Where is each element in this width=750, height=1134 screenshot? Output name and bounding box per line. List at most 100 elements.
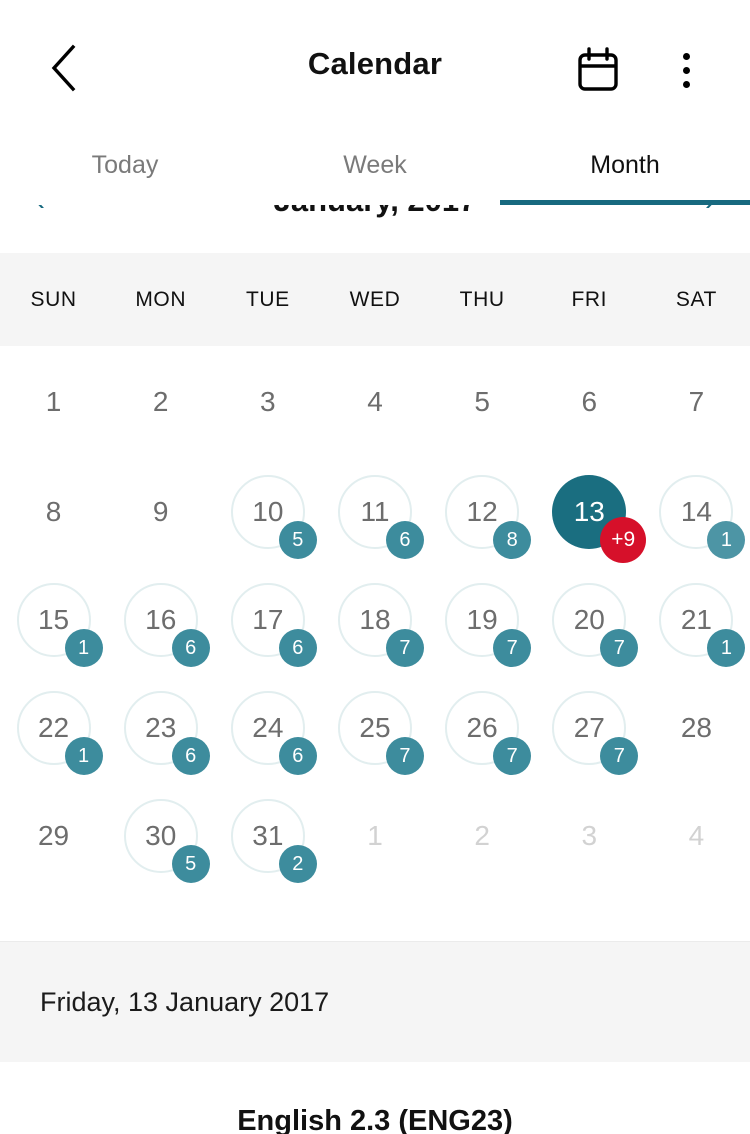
day-cell[interactable]: 19 7 — [429, 566, 536, 674]
day-number: 2 — [152, 386, 169, 417]
day-circle[interactable]: 31 2 — [230, 799, 317, 883]
day-circle[interactable]: 25 7 — [337, 691, 424, 775]
day-cell[interactable]: 21 1 — [643, 566, 750, 674]
day-circle[interactable]: 23 6 — [123, 691, 210, 775]
day-cell[interactable]: 8 — [0, 458, 107, 566]
event-item-title[interactable]: English 2.3 (ENG23) — [0, 1105, 750, 1134]
day-cell[interactable]: 9 — [107, 458, 214, 566]
tab-month[interactable]: Month — [500, 125, 750, 205]
day-cell[interactable]: 13 +9 — [536, 458, 647, 566]
day-circle[interactable]: 8 — [17, 475, 91, 549]
day-number: 19 — [466, 604, 498, 635]
day-cell[interactable]: 10 5 — [214, 458, 321, 566]
weekday-label-tue: TUE — [245, 287, 290, 311]
day-cell[interactable]: 3 — [214, 348, 321, 456]
day-cell[interactable]: 3 — [536, 782, 643, 890]
overflow-menu-button[interactable] — [660, 42, 712, 98]
day-number: 8 — [45, 496, 62, 527]
day-cell[interactable]: 24 6 — [214, 674, 321, 782]
day-circle[interactable]: 14 1 — [659, 475, 746, 559]
day-cell[interactable]: 27 7 — [536, 674, 643, 782]
day-circle[interactable]: 11 6 — [337, 475, 424, 559]
day-number: 21 — [680, 604, 712, 635]
day-cell[interactable]: 23 6 — [107, 674, 214, 782]
weekday-label-wed: WED — [349, 287, 401, 311]
day-cell[interactable]: 18 7 — [321, 566, 428, 674]
day-circle[interactable]: 30 5 — [123, 799, 210, 883]
event-count-badge: 7 — [385, 629, 424, 667]
day-circle[interactable]: 10 5 — [230, 475, 317, 559]
day-circle[interactable]: 24 6 — [230, 691, 317, 775]
event-count-badge: 6 — [385, 521, 424, 559]
calendar-button[interactable] — [570, 42, 626, 98]
day-circle[interactable]: 2 — [445, 799, 519, 873]
day-cell[interactable]: 11 6 — [321, 458, 428, 566]
day-cell[interactable]: 31 2 — [214, 782, 321, 890]
day-number: 18 — [359, 604, 391, 635]
day-cell[interactable]: 4 — [321, 348, 428, 456]
day-circle[interactable]: 3 — [552, 799, 626, 873]
day-circle[interactable]: 2 — [124, 365, 198, 439]
day-circle[interactable]: 18 7 — [337, 583, 424, 667]
day-circle[interactable]: 6 — [552, 365, 626, 439]
weekday-label-sat: SAT — [675, 287, 717, 311]
day-cell[interactable]: 20 7 — [536, 566, 643, 674]
day-cell[interactable]: 15 1 — [0, 566, 107, 674]
day-circle[interactable]: 28 — [659, 691, 733, 765]
day-circle[interactable]: 17 6 — [230, 583, 317, 667]
day-circle[interactable]: 19 7 — [445, 583, 532, 667]
day-number: 4 — [367, 386, 383, 417]
event-count-badge: 7 — [493, 737, 532, 775]
day-circle[interactable]: 12 8 — [445, 475, 532, 559]
day-cell[interactable]: 5 — [429, 348, 536, 456]
event-count-badge: 1 — [64, 629, 103, 667]
day-cell[interactable]: 28 — [643, 674, 750, 782]
day-cell[interactable]: 29 — [0, 782, 107, 890]
day-circle[interactable]: 27 7 — [552, 691, 639, 775]
day-cell[interactable]: 12 8 — [429, 458, 536, 566]
day-number: 26 — [466, 712, 498, 743]
day-cell[interactable]: 14 1 — [643, 458, 750, 566]
event-count-badge: 8 — [493, 521, 532, 559]
day-selected[interactable]: 13 +9 — [552, 475, 647, 563]
day-circle[interactable]: 26 7 — [445, 691, 532, 775]
day-cell[interactable]: 22 1 — [0, 674, 107, 782]
day-cell[interactable]: 7 — [643, 348, 750, 456]
day-circle[interactable]: 21 1 — [659, 583, 746, 667]
event-overflow-badge: +9 — [600, 517, 647, 563]
tab-week[interactable]: Week — [250, 125, 500, 205]
day-cell[interactable]: 17 6 — [214, 566, 321, 674]
day-circle[interactable]: 5 — [445, 365, 519, 439]
event-list: English 2.3 (ENG23) — [0, 1062, 750, 1134]
day-cell[interactable]: 16 6 — [107, 566, 214, 674]
day-circle[interactable]: 3 — [231, 365, 305, 439]
calendar-screen: Calendar ‹ January, 2017 › Today Week Mo… — [0, 0, 750, 1134]
day-circle[interactable]: 22 1 — [16, 691, 103, 775]
day-cell[interactable]: 30 5 — [107, 782, 214, 890]
day-circle[interactable]: 15 1 — [16, 583, 103, 667]
selected-date-band: Friday, 13 January 2017 — [0, 941, 750, 1062]
tab-today[interactable]: Today — [0, 125, 250, 205]
day-cell[interactable]: 2 — [429, 782, 536, 890]
day-cell[interactable]: 1 — [321, 782, 428, 890]
day-circle[interactable]: 1 — [338, 799, 412, 873]
day-circle[interactable]: 4 — [338, 365, 412, 439]
day-cell[interactable]: 2 — [107, 348, 214, 456]
event-count-badge: 6 — [171, 629, 210, 667]
day-cell[interactable]: 4 — [643, 782, 750, 890]
weekday-label-sun: SUN — [30, 287, 77, 311]
day-cell[interactable]: 6 — [536, 348, 643, 456]
day-circle[interactable]: 9 — [124, 475, 198, 549]
day-number: 30 — [145, 820, 177, 851]
day-circle[interactable]: 29 — [17, 799, 91, 873]
day-circle[interactable]: 7 — [659, 365, 733, 439]
day-circle[interactable]: 1 — [17, 365, 91, 439]
day-circle[interactable]: 4 — [659, 799, 733, 873]
day-circle[interactable]: 16 6 — [123, 583, 210, 667]
day-number: 3 — [581, 820, 598, 851]
day-cell[interactable]: 25 7 — [321, 674, 428, 782]
day-circle[interactable]: 20 7 — [552, 583, 639, 667]
day-number: 9 — [152, 496, 169, 527]
day-cell[interactable]: 26 7 — [429, 674, 536, 782]
day-cell[interactable]: 1 — [0, 348, 107, 456]
